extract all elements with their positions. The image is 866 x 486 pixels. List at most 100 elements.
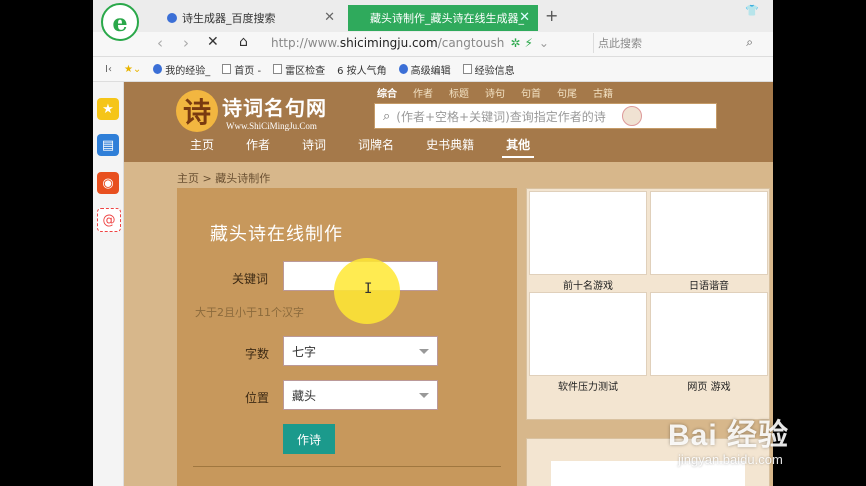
ad-item[interactable]: 网页 游戏 xyxy=(650,292,768,393)
document-icon[interactable]: ▤ xyxy=(97,134,119,156)
category-tab[interactable]: 作者 xyxy=(413,85,433,100)
ad-caption: 软件压力测试 xyxy=(558,382,618,393)
ad-caption: 网页 游戏 xyxy=(687,382,731,393)
collapse-icon[interactable]: I‹ xyxy=(105,64,112,75)
search-category-tabs: 综合 作者 标题 诗句 句首 句尾 古籍 xyxy=(377,85,629,100)
home-icon[interactable]: ⌂ xyxy=(239,34,248,50)
breadcrumb[interactable]: 主页 > 藏头诗制作 xyxy=(177,170,270,186)
category-tab[interactable]: 标题 xyxy=(449,85,469,100)
length-value: 七字 xyxy=(292,344,317,359)
divider xyxy=(193,466,501,467)
ad-image xyxy=(650,292,768,376)
new-tab-icon[interactable]: + xyxy=(545,6,558,25)
nav-item-active[interactable]: 其他 xyxy=(502,136,535,158)
shirt-skin-icon[interactable]: 👕 xyxy=(745,4,759,17)
bookmark-item[interactable]: 高级编辑 xyxy=(398,62,451,77)
tab-active-cangtoushi[interactable]: 藏头诗制作_藏头诗在线生成器_ ✕ xyxy=(348,5,538,31)
chevron-down-icon xyxy=(419,393,429,398)
keyword-label: 关键词 xyxy=(232,272,269,286)
baidu-paw-icon xyxy=(153,64,163,74)
nav-item[interactable]: 词牌名 xyxy=(358,136,394,153)
weibo-icon[interactable]: ◉ xyxy=(97,172,119,194)
bookmark-item[interactable]: 我的经验_ xyxy=(153,62,210,77)
ad-item[interactable]: 前十名游戏 xyxy=(529,191,647,292)
tab-label: 诗生成器_百度搜索 xyxy=(182,12,276,25)
favorites-star-icon[interactable]: ★ xyxy=(97,98,119,120)
ad-item[interactable]: 软件压力测试 xyxy=(529,292,647,393)
nav-item[interactable]: 作者 xyxy=(246,136,270,153)
ad-image xyxy=(529,191,647,275)
watermark-url: jingyan.baidu.com xyxy=(678,452,783,467)
watermark-brand: Bai 经验 xyxy=(668,419,790,452)
nav-item[interactable]: 诗词 xyxy=(302,136,326,153)
url-host: shicimingju.com xyxy=(339,36,438,50)
bookmark-item[interactable]: 经验信息 xyxy=(462,62,515,77)
logo-glyph: 诗 xyxy=(176,90,218,132)
category-tab[interactable]: 句尾 xyxy=(557,85,577,100)
favorites-star-icon[interactable]: ★⌄ xyxy=(124,64,141,75)
category-tab[interactable]: 古籍 xyxy=(593,85,613,100)
nav-item[interactable]: 主页 xyxy=(190,136,214,153)
site-logo[interactable]: 诗 诗词名句网 Www.ShiCiMingJu.Com xyxy=(176,90,327,132)
browser-sidebar: ★ ▤ ◉ @ xyxy=(93,82,124,486)
baidu-paw-icon xyxy=(167,13,177,23)
position-value: 藏头 xyxy=(292,388,317,403)
ad-caption: 日语谐音 xyxy=(689,281,729,292)
position-select[interactable]: 藏头 xyxy=(283,380,438,410)
ad-item[interactable]: 日语谐音 xyxy=(650,191,768,292)
site-search-input[interactable]: ⌕ (作者+空格+关键词)查询指定作者的诗 xyxy=(374,103,717,129)
stop-loading-icon[interactable]: ✕ xyxy=(207,34,219,50)
ad-caption: 前十名游戏 xyxy=(563,281,613,292)
category-tab[interactable]: 诗句 xyxy=(485,85,505,100)
ad-image xyxy=(650,191,768,275)
site-title: 诗词名句网 xyxy=(222,95,327,120)
stamp-icon xyxy=(622,106,642,126)
site-search-placeholder: (作者+空格+关键词)查询指定作者的诗 xyxy=(396,109,606,124)
close-tab-icon[interactable]: ✕ xyxy=(324,10,335,25)
text-cursor-icon: I xyxy=(364,281,373,297)
site-header: 诗 诗词名句网 Www.ShiCiMingJu.Com 综合 作者 标题 诗句 … xyxy=(124,82,773,162)
search-icon: ⌕ xyxy=(383,108,391,124)
address-bar: ‹ › ✕ ⌂ http://www. shicimingju.com /can… xyxy=(93,32,773,57)
baidu-jingyan-watermark: Bai 经验 jingyan.baidu.com xyxy=(668,410,789,467)
bookmarks-bar: I‹ ★⌄ 我的经验_ 首页 - 雷区检查 6 按人气角 高级编辑 经验信息 xyxy=(93,57,773,82)
search-icon[interactable]: ⌕ xyxy=(746,35,753,50)
page-icon xyxy=(222,64,232,74)
page-icon xyxy=(273,64,283,74)
site-subtitle: Www.ShiCiMingJu.Com xyxy=(226,120,317,131)
url-field[interactable]: http://www. shicimingju.com /cangtoush ✲… xyxy=(271,33,589,53)
green-extension-icon[interactable]: ✲ xyxy=(510,36,520,50)
ad-panel: 前十名游戏 日语谐音 软件压力测试 网页 游戏 xyxy=(526,188,770,420)
main-nav: 主页 作者 诗词 词牌名 史书典籍 其他 xyxy=(190,136,562,158)
compose-poem-button[interactable]: 作诗 xyxy=(283,424,335,454)
page-icon xyxy=(462,64,472,74)
bookmark-item[interactable]: 6 按人气角 xyxy=(337,62,387,77)
browser-logo-icon: e xyxy=(101,3,139,41)
bookmark-item[interactable]: 首页 - xyxy=(222,62,261,77)
length-select[interactable]: 七字 xyxy=(283,336,438,366)
ad-image xyxy=(529,292,647,376)
close-tab-icon[interactable]: ✕ xyxy=(519,10,530,25)
tab-label: 藏头诗制作_藏头诗在线生成器_ xyxy=(370,12,524,25)
category-tab[interactable]: 综合 xyxy=(377,85,397,100)
category-tab[interactable]: 句首 xyxy=(521,85,541,100)
acrostic-form-panel: 藏头诗在线制作 关键词 大于2且小于11个汉字 字数 七字 位置 藏头 作诗 I xyxy=(177,188,517,486)
lightning-icon[interactable]: ⚡ xyxy=(524,36,532,50)
mail-icon[interactable]: @ xyxy=(97,208,121,232)
nav-item[interactable]: 史书典籍 xyxy=(426,136,474,153)
keyword-hint: 大于2且小于11个汉字 xyxy=(195,306,304,319)
chevron-down-icon xyxy=(419,349,429,354)
position-label: 位置 xyxy=(245,391,270,405)
tab-baidu-search[interactable]: 诗生成器_百度搜索 ✕ xyxy=(153,5,343,31)
baidu-paw-icon xyxy=(398,64,408,74)
tab-bar: e 诗生成器_百度搜索 ✕ 藏头诗制作_藏头诗在线生成器_ ✕ + 👕 xyxy=(93,0,773,41)
forward-icon[interactable]: › xyxy=(183,34,189,52)
length-label: 字数 xyxy=(245,347,270,361)
search-placeholder: 点此搜索 xyxy=(598,37,642,50)
bookmark-item[interactable]: 雷区检查 xyxy=(273,62,325,77)
browser-search-input[interactable]: 点此搜索 xyxy=(593,33,760,53)
url-prefix: http://www. xyxy=(271,36,340,50)
chevron-down-icon[interactable]: ⌄ xyxy=(539,36,549,50)
back-icon[interactable]: ‹ xyxy=(157,34,163,52)
form-title: 藏头诗在线制作 xyxy=(210,224,343,245)
